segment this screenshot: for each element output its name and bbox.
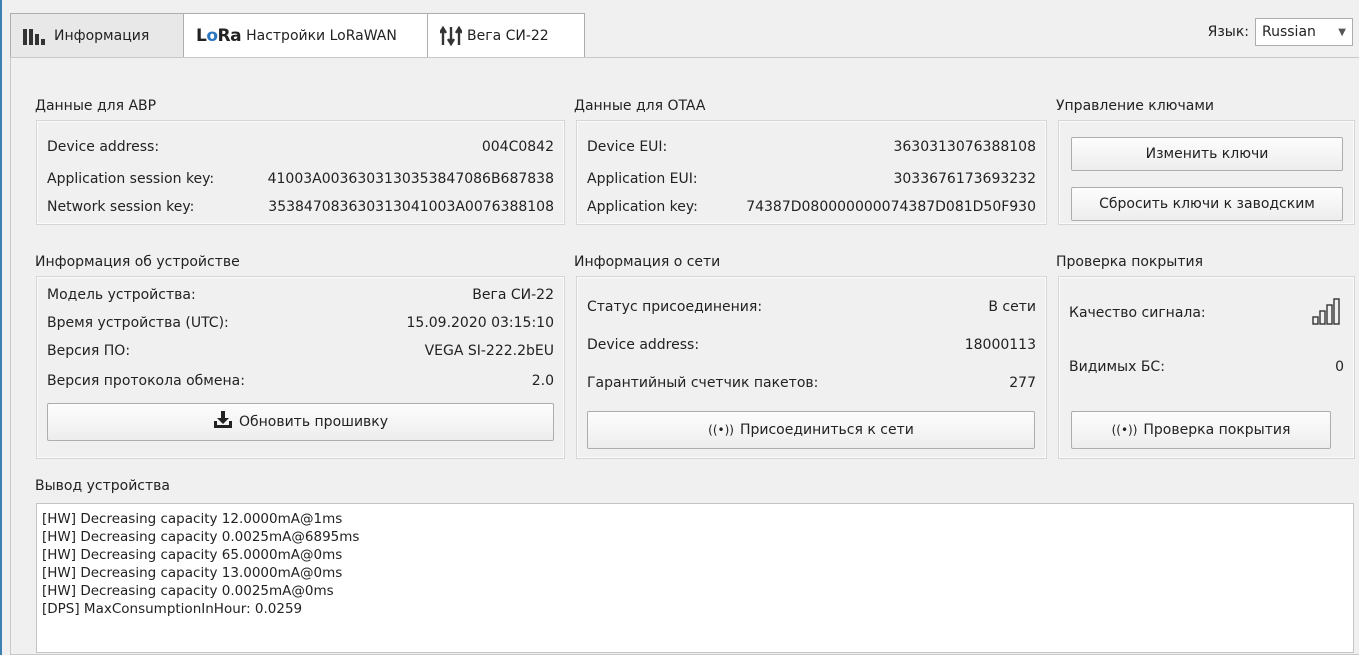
device-time-row: Время устройства (UTC): 15.09.2020 03:15…: [47, 315, 554, 331]
protocol-version-row: Версия протокола обмена: 2.0: [47, 373, 554, 389]
device-info-panel: Модель устройства: Вега СИ-22 Время устр…: [36, 276, 565, 459]
radio-waves-icon: ((•)): [708, 423, 734, 437]
output-line: [HW] Decreasing capacity 0.0025mA@6895ms: [42, 529, 360, 545]
network-device-address-row: Device address: 18000113: [587, 337, 1036, 353]
output-line: [DPS] MaxConsumptionInHour: 0.0259: [42, 601, 303, 617]
radio-waves-icon: ((•)): [1111, 423, 1138, 437]
output-line: [HW] Decreasing capacity 13.0000mA@0ms: [42, 565, 343, 581]
otaa-app-key-row: Application key: 74387D080000000074387D0…: [587, 199, 1036, 215]
join-network-button[interactable]: ((•)) Присоединиться к сети: [587, 411, 1035, 449]
device-time-label: Время устройства (UTC):: [47, 315, 229, 331]
coverage-check-label: Проверка покрытия: [1143, 422, 1291, 438]
abp-title: Данные для ABP: [35, 98, 157, 114]
network-device-address-value: 18000113: [964, 337, 1036, 353]
otaa-device-eui-value: 3630313076388108: [893, 139, 1036, 155]
device-info-title: Информация об устройстве: [35, 254, 240, 270]
firmware-version-label: Версия ПО:: [47, 343, 131, 359]
coverage-title: Проверка покрытия: [1056, 254, 1204, 270]
visible-bs-label: Видимых БС:: [1069, 359, 1165, 375]
tab-information[interactable]: Информация: [10, 13, 184, 57]
join-status-row: Статус присоединения: В сети: [587, 299, 1036, 315]
packet-counter-label: Гарантийный счетчик пакетов:: [587, 375, 819, 391]
tab-lorawan-label: Настройки LoRaWAN: [246, 27, 397, 44]
change-keys-button[interactable]: Изменить ключи: [1071, 137, 1343, 171]
signal-quality-label: Качество сигнала:: [1069, 305, 1206, 321]
keys-panel: Изменить ключи Сбросить ключи к заводски…: [1058, 120, 1355, 225]
abp-net-session-key-label: Network session key:: [47, 199, 195, 215]
abp-device-address-label: Device address:: [47, 139, 160, 155]
signal-bars-icon: [1312, 297, 1344, 329]
language-label: Язык:: [1207, 24, 1249, 40]
language-value: Russian: [1262, 24, 1316, 40]
arrows-updown-icon: [440, 25, 462, 46]
device-output-title: Вывод устройства: [35, 478, 170, 494]
abp-panel: Device address: 004C0842 Application ses…: [36, 120, 565, 225]
reset-keys-button[interactable]: Сбросить ключи к заводским: [1071, 187, 1343, 221]
abp-net-session-key-row: Network session key: 3538470836303130410…: [47, 199, 554, 215]
tab-information-label: Информация: [54, 27, 150, 44]
otaa-device-eui-label: Device EUI:: [587, 139, 668, 155]
reset-keys-label: Сбросить ключи к заводским: [1099, 196, 1315, 212]
info-page: Данные для ABP Device address: 004C0842 …: [10, 57, 1359, 655]
otaa-app-eui-row: Application EUI: 3033676173693232: [587, 171, 1036, 187]
tab-device[interactable]: Вега СИ-22: [427, 13, 585, 57]
device-time-value: 15.09.2020 03:15:10: [406, 315, 555, 331]
device-output-console[interactable]: [HW] Decreasing capacity 12.0000mA@1ms […: [36, 503, 1354, 653]
otaa-panel: Device EUI: 3630313076388108 Application…: [576, 120, 1047, 225]
change-keys-label: Изменить ключи: [1145, 146, 1269, 162]
visible-bs-value: 0: [1335, 359, 1344, 375]
otaa-app-eui-label: Application EUI:: [587, 171, 698, 187]
network-info-title: Информация о сети: [574, 254, 721, 270]
signal-quality-row: Качество сигнала:: [1069, 297, 1344, 329]
tab-device-label: Вега СИ-22: [467, 27, 549, 44]
otaa-title: Данные для OTAA: [574, 98, 706, 114]
join-status-value: В сети: [988, 299, 1036, 315]
coverage-panel: Качество сигнала: Видимых БС: 0 ((•)) Пр…: [1058, 276, 1355, 459]
network-info-panel: Статус присоединения: В сети Device addr…: [576, 276, 1047, 459]
abp-device-address-value: 004C0842: [481, 139, 554, 155]
join-status-label: Статус присоединения:: [587, 299, 763, 315]
firmware-version-value: VEGA SI-222.2bEU: [424, 343, 554, 359]
network-device-address-label: Device address:: [587, 337, 700, 353]
language-selector-group: Язык: Russian ▼: [1208, 18, 1353, 46]
otaa-device-eui-row: Device EUI: 3630313076388108: [587, 139, 1036, 155]
language-select[interactable]: Russian ▼: [1255, 18, 1353, 46]
protocol-version-label: Версия протокола обмена:: [47, 373, 245, 389]
app-window: Информация LoRa Настройки LoRaWAN Вега С…: [0, 0, 1359, 655]
otaa-app-key-value: 74387D080000000074387D081D50F930: [746, 199, 1036, 215]
join-network-label: Присоединиться к сети: [739, 422, 914, 438]
output-line: [HW] Decreasing capacity 65.0000mA@0ms: [42, 547, 343, 563]
output-line: [HW] Decreasing capacity 12.0000mA@1ms: [42, 511, 343, 527]
packet-counter-value: 277: [1009, 375, 1036, 391]
abp-net-session-key-value: 353847083630313041003A0076388108: [268, 199, 554, 215]
packet-counter-row: Гарантийный счетчик пакетов: 277: [587, 375, 1036, 391]
bar-chart-icon: [23, 27, 49, 45]
device-model-row: Модель устройства: Вега СИ-22: [47, 287, 554, 303]
download-icon: [213, 411, 233, 433]
lora-logo-icon: LoRa: [196, 25, 242, 46]
visible-bs-row: Видимых БС: 0: [1069, 359, 1344, 375]
output-line: [HW] Decreasing capacity 0.0025mA@0ms: [42, 583, 334, 599]
device-model-label: Модель устройства:: [47, 287, 196, 303]
otaa-app-eui-value: 3033676173693232: [893, 171, 1036, 187]
abp-device-address-row: Device address: 004C0842: [47, 139, 554, 155]
update-firmware-button[interactable]: Обновить прошивку: [47, 403, 554, 441]
abp-app-session-key-row: Application session key: 41003A003630313…: [47, 171, 554, 187]
firmware-version-row: Версия ПО: VEGA SI-222.2bEU: [47, 343, 554, 359]
abp-app-session-key-value: 41003A0036303130353847086B687838: [267, 171, 554, 187]
update-firmware-label: Обновить прошивку: [238, 414, 389, 430]
chevron-down-icon: ▼: [1338, 26, 1346, 38]
tab-bar: Информация LoRa Настройки LoRaWAN Вега С…: [10, 13, 585, 57]
coverage-check-button[interactable]: ((•)) Проверка покрытия: [1071, 411, 1331, 449]
keys-title: Управление ключами: [1056, 98, 1214, 114]
tab-lorawan-settings[interactable]: LoRa Настройки LoRaWAN: [183, 13, 428, 57]
otaa-app-key-label: Application key:: [587, 199, 698, 215]
protocol-version-value: 2.0: [531, 373, 554, 389]
abp-app-session-key-label: Application session key:: [47, 171, 215, 187]
device-model-value: Вега СИ-22: [472, 287, 554, 303]
